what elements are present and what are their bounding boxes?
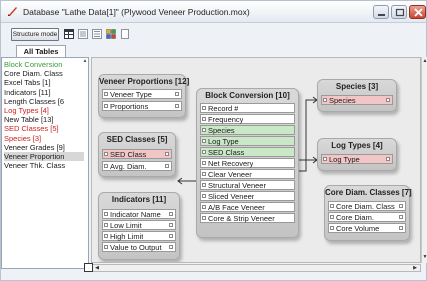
close-button[interactable] <box>409 5 426 19</box>
field-row[interactable]: Core & Strip Veneer <box>200 213 295 223</box>
scroll-down-icon[interactable]: ▼ <box>422 254 427 261</box>
close-icon <box>414 8 423 17</box>
list-item[interactable]: Core Diam. Class <box>4 69 84 78</box>
table-sed-classes[interactable]: SED Classes [5] SED Class Avg. Diam. <box>98 132 176 177</box>
scroll-left-icon[interactable]: ◀ <box>94 265 100 272</box>
field-row[interactable]: Core Diam. <box>328 212 406 222</box>
field-row[interactable]: Sliced Veneer <box>200 191 295 201</box>
field-row[interactable]: High Limit <box>102 231 176 241</box>
table-veneer-proportions[interactable]: Veneer Proportions [12] Veneer Type Prop… <box>98 74 190 118</box>
grid-color-icon[interactable] <box>106 29 116 39</box>
columns-icon[interactable] <box>92 29 102 39</box>
table-block-conversion[interactable]: Block Conversion [10] Record # Frequency… <box>196 88 299 238</box>
table-title: Log Types [4] <box>331 141 383 150</box>
list-item[interactable]: Veneer Proportion <box>4 152 84 161</box>
field-row[interactable]: Log Type <box>321 154 393 164</box>
field-row[interactable]: A/B Face Veneer <box>200 202 295 212</box>
table-title: Block Conversion [10] <box>205 91 290 100</box>
table-title: Species [3] <box>335 82 379 91</box>
table-title: SED Classes [5] <box>106 135 168 144</box>
field-row[interactable]: SED Class <box>102 149 172 159</box>
structure-canvas[interactable]: Veneer Proportions [12] Veneer Type Prop… <box>91 57 421 263</box>
field-row[interactable]: Species <box>200 125 295 135</box>
field-row[interactable]: Veneer Type <box>102 89 182 99</box>
list-item[interactable]: Species [3] <box>4 134 84 143</box>
list-item[interactable]: Veneer Grades [9] <box>4 143 84 152</box>
minimize-button[interactable] <box>373 5 389 19</box>
title-bar[interactable]: Database "Lathe Data[1]" (Plywood Veneer… <box>1 1 426 23</box>
maximize-button[interactable] <box>391 5 407 19</box>
blank-page-icon[interactable] <box>120 29 130 39</box>
field-row[interactable]: Core Diam. Class <box>328 201 406 211</box>
table-title: Core Diam. Classes [7] <box>325 188 412 197</box>
app-window: Database "Lathe Data[1]" (Plywood Veneer… <box>0 0 427 281</box>
table-core-diam-classes[interactable]: Core Diam. Classes [7] Core Diam. Class … <box>324 185 412 241</box>
window-title: Database "Lathe Data[1]" (Plywood Veneer… <box>23 7 250 17</box>
field-row[interactable]: Value to Output <box>102 242 176 252</box>
list-item[interactable]: Veneer Thk. Class <box>4 161 84 170</box>
scroll-right-icon[interactable]: ▶ <box>412 265 418 272</box>
minimize-icon <box>378 14 385 16</box>
list-item[interactable]: Indicators [11] <box>4 88 84 97</box>
canvas-corner-icon[interactable] <box>84 263 93 272</box>
list-item[interactable]: Log Types [4] <box>4 106 84 115</box>
table-log-types[interactable]: Log Types [4] Log Type <box>317 138 397 171</box>
field-row[interactable]: Species <box>321 95 393 105</box>
list-item[interactable]: New Table [13] <box>4 115 84 124</box>
structure-mode-button[interactable]: Structure mode <box>11 28 59 41</box>
list-item[interactable]: Block Conversion <box>4 60 84 69</box>
field-row[interactable]: SED Class <box>200 147 295 157</box>
toolbar: Structure mode <box>1 24 426 44</box>
field-row[interactable]: Clear Veneer <box>200 169 295 179</box>
table-list: ▲ Block Conversion Core Diam. Class Excel … <box>1 57 89 269</box>
field-row[interactable]: Frequency <box>200 114 295 124</box>
field-row[interactable]: Core Volume <box>328 223 406 233</box>
app-icon <box>8 7 17 16</box>
field-row[interactable]: Proportions <box>102 101 182 111</box>
list-item[interactable]: SED Classes [5] <box>4 124 84 133</box>
field-row[interactable]: Low Limit <box>102 220 176 230</box>
scroll-up-icon[interactable]: ▲ <box>422 58 427 65</box>
horizontal-scrollbar[interactable]: ◀ ▶ <box>91 264 421 272</box>
list-view-icon[interactable] <box>78 29 88 39</box>
maximize-icon <box>395 8 405 17</box>
tab-all-tables[interactable]: All Tables <box>16 45 66 57</box>
field-row[interactable]: Log Type <box>200 136 295 146</box>
field-row[interactable]: Avg. Diam. <box>102 161 172 171</box>
field-row[interactable]: Structural Veneer <box>200 180 295 190</box>
field-row[interactable]: Indicator Name <box>102 209 176 219</box>
table-title: Veneer Proportions [12] <box>99 77 190 86</box>
field-row[interactable]: Net Recovery <box>200 158 295 168</box>
table-icon[interactable] <box>64 29 74 39</box>
table-title: Indicators [11] <box>111 195 167 204</box>
table-species[interactable]: Species [3] Species <box>317 79 397 112</box>
table-indicators[interactable]: Indicators [11] Indicator Name Low Limit… <box>98 192 180 260</box>
list-item[interactable]: Excel Tabs [1] <box>4 78 84 87</box>
field-row[interactable]: Record # <box>200 103 295 113</box>
vertical-scrollbar[interactable]: ▲ ▼ <box>421 57 427 263</box>
list-item[interactable]: Length Classes [6 <box>4 97 84 106</box>
